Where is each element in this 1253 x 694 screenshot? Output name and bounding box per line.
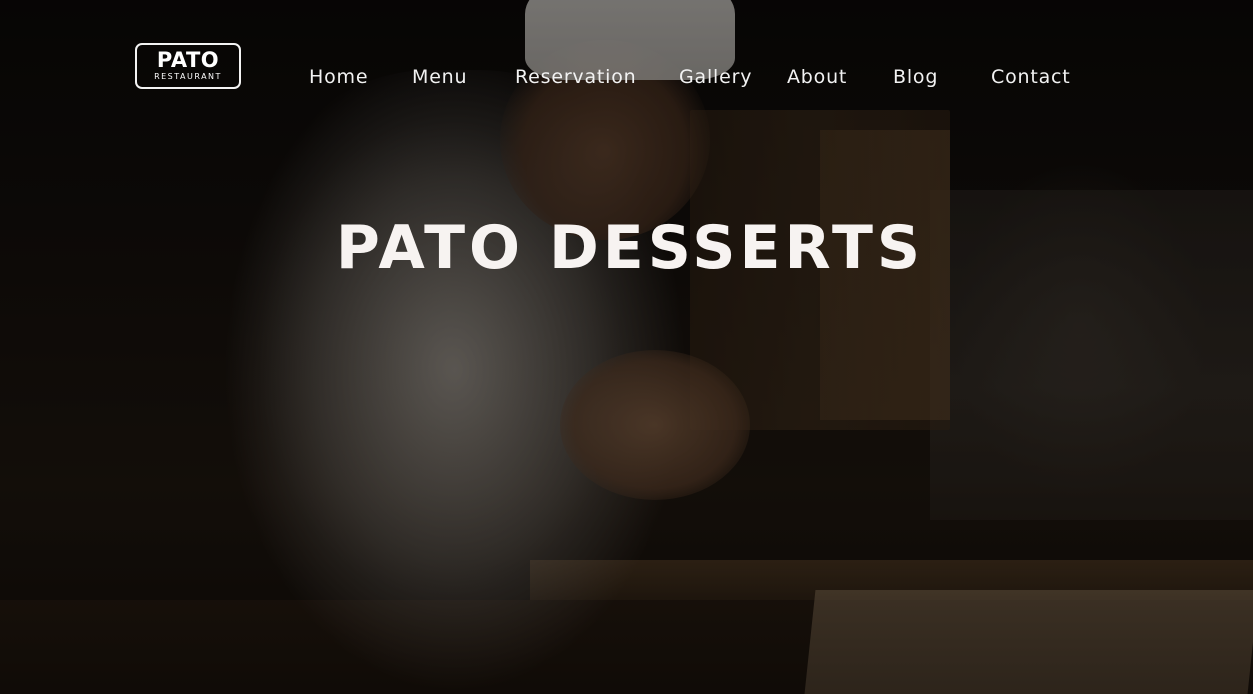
nav-contact[interactable]: Contact <box>991 65 1071 89</box>
nav-about[interactable]: About <box>787 65 847 89</box>
logo-name: PATO <box>156 48 220 72</box>
restaurant-logo[interactable]: PATO RESTAURANT <box>135 43 241 89</box>
nav-home[interactable]: Home <box>309 65 368 89</box>
nav-reservation[interactable]: Reservation <box>515 65 637 89</box>
nav-gallery[interactable]: Gallery <box>679 65 752 89</box>
hero-title: PATO DESSERTS <box>335 213 925 283</box>
hero-section: PATO RESTAURANT Home Menu Reservation Ga… <box>0 0 1253 694</box>
nav-blog[interactable]: Blog <box>893 65 938 89</box>
site-header: PATO RESTAURANT Home Menu Reservation Ga… <box>0 0 1253 150</box>
logo-tagline: RESTAURANT <box>154 72 222 81</box>
nav-menu[interactable]: Menu <box>412 65 467 89</box>
